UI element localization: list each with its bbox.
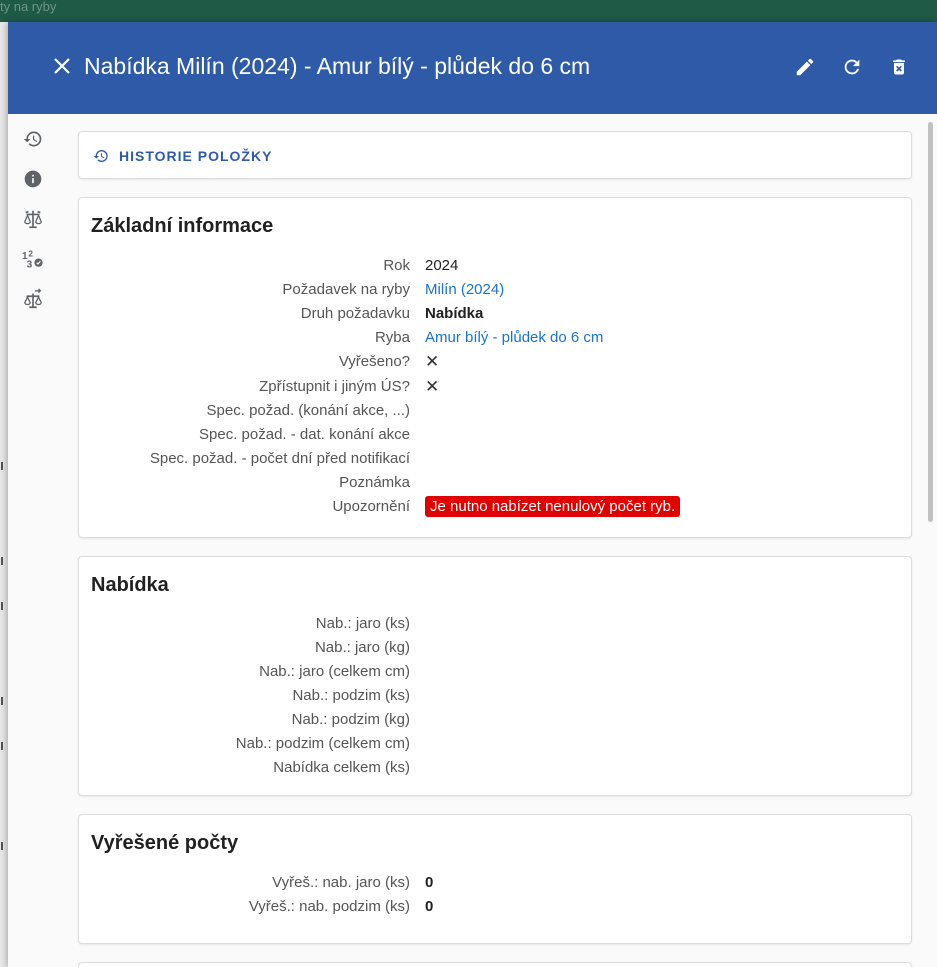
field-row: Vyřeš.: nab. podzim (ks) 0 (79, 895, 913, 919)
field-label: Vyřeš.: nab. jaro (ks) (272, 874, 410, 891)
field-label: Nab.: podzim (celkem cm) (235, 735, 410, 752)
field-label: Vyřeš.: nab. podzim (ks) (248, 898, 410, 915)
svg-text:3: 3 (27, 259, 33, 270)
field-row: Vyřeš.: nab. jaro (ks) 0 (79, 871, 913, 895)
field-row: Druh požadavku Nabídka (79, 302, 913, 326)
edit-icon (796, 58, 814, 76)
field-row: Poznámka (79, 471, 913, 495)
resolved-title: Vyřešené počty (91, 832, 239, 854)
field-label: Požadavek na ryby (282, 281, 410, 298)
field-row: Požadavek na ryby Milín (2024) (79, 278, 913, 302)
field-row: Nabídka celkem (ks) (79, 756, 913, 780)
panel-header: Nabídka Milín (2024) - Amur bílý - plůde… (8, 22, 937, 114)
basic-info-title: Základní informace (91, 215, 274, 237)
scale-icon (24, 210, 42, 229)
field-label: Nab.: jaro (celkem cm) (259, 663, 410, 680)
background-header: ty na ryby (0, 0, 937, 22)
field-row: Nab.: podzim (ks) (79, 684, 913, 708)
background-title: ty na ryby (0, 0, 57, 14)
field-value: Nabídka (425, 305, 484, 322)
delete-icon (893, 59, 905, 75)
offer-card: Nabídka Nab.: jaro (ks) Nab.: jaro (kg) … (78, 556, 912, 796)
field-label: Upozornění (332, 498, 410, 515)
close-button[interactable] (48, 52, 76, 80)
field-label: Nab.: jaro (kg) (314, 639, 410, 656)
nav-scale[interactable] (20, 206, 46, 232)
field-label: Vyřešeno? (338, 353, 410, 370)
cross-icon: ✕ (425, 352, 440, 371)
side-nav: 1 2 3 (8, 114, 60, 967)
scrollbar[interactable] (923, 114, 937, 967)
field-row: Zpřístupnit i jiným ÚS? ✕ (79, 375, 913, 399)
field-value: 0 (425, 874, 434, 891)
field-row: Nab.: jaro (kg) (79, 636, 913, 660)
field-row: Vyřešeno? ✕ (79, 350, 913, 374)
warning-badge: Je nutno nabízet nenulový počet ryb. (425, 496, 681, 517)
request-link[interactable]: Milín (2024) (425, 278, 504, 302)
cross-icon: ✕ (425, 377, 440, 396)
nav-info[interactable] (20, 166, 46, 192)
history-button-label: HISTORIE POLOŽKY (119, 148, 273, 164)
field-label: Rok (383, 257, 410, 274)
resolved-card: Vyřešené počty Vyřeš.: nab. jaro (ks) 0 … (78, 814, 912, 944)
close-icon (54, 58, 70, 74)
field-value: 2024 (425, 257, 459, 274)
field-label: Druh požadavku (300, 305, 410, 322)
field-label: Nab.: podzim (kg) (291, 711, 410, 728)
refresh-button[interactable] (839, 54, 865, 80)
field-label: Zpřístupnit i jiným ÚS? (259, 378, 410, 395)
history-card: HISTORIE POLOŽKY (78, 131, 912, 179)
field-row: Spec. požad. - počet dní před notifikací (79, 447, 913, 471)
field-row: Nab.: podzim (celkem cm) (79, 732, 913, 756)
field-label: Nab.: podzim (ks) (292, 687, 410, 704)
delete-button[interactable] (886, 54, 912, 80)
edit-button[interactable] (792, 54, 818, 80)
field-label: Spec. požad. - dat. konání akce (199, 426, 410, 443)
field-row: Nab.: jaro (ks) (79, 612, 913, 636)
nav-counter[interactable]: 1 2 3 (20, 246, 46, 272)
field-label: Spec. požad. (konání akce, ...) (206, 402, 410, 419)
nav-scale-arrow[interactable] (20, 286, 46, 312)
history-icon (23, 131, 42, 147)
field-label: Nab.: jaro (ks) (315, 615, 410, 632)
offer-title: Nabídka (91, 574, 169, 596)
field-value: 0 (425, 898, 434, 915)
refresh-icon (844, 59, 860, 75)
counter-icon: 1 2 3 (22, 249, 43, 270)
field-row: Ryba Amur bílý - plůdek do 6 cm (79, 326, 913, 350)
history-button[interactable]: HISTORIE POLOŽKY (93, 144, 272, 168)
field-row: Nab.: podzim (kg) (79, 708, 913, 732)
background-page-edge (0, 22, 8, 967)
field-row: Upozornění Je nutno nabízet nenulový poč… (79, 495, 913, 519)
svg-text:2: 2 (28, 249, 33, 258)
history-icon (93, 150, 108, 162)
scale-arrow-icon (24, 288, 42, 309)
field-label: Nabídka celkem (ks) (273, 759, 410, 776)
field-row: Nab.: jaro (celkem cm) (79, 660, 913, 684)
fish-link[interactable]: Amur bílý - plůdek do 6 cm (425, 326, 603, 350)
field-label: Poznámka (339, 474, 410, 491)
scrollbar-thumb[interactable] (928, 122, 933, 522)
info-icon (24, 170, 42, 188)
next-card (78, 962, 912, 967)
field-label: Ryba (374, 329, 410, 346)
field-row: Spec. požad. (konání akce, ...) (79, 399, 913, 423)
field-row: Spec. požad. - dat. konání akce (79, 423, 913, 447)
nav-history[interactable] (20, 126, 46, 152)
panel-title: Nabídka Milín (2024) - Amur bílý - plůde… (84, 53, 591, 79)
basic-info-card: Základní informace Rok 2024 Požadavek na… (78, 197, 912, 538)
detail-panel: Nabídka Milín (2024) - Amur bílý - plůde… (8, 22, 937, 967)
field-label: Spec. požad. - počet dní před notifikací (149, 450, 410, 467)
field-row: Rok 2024 (79, 254, 913, 278)
